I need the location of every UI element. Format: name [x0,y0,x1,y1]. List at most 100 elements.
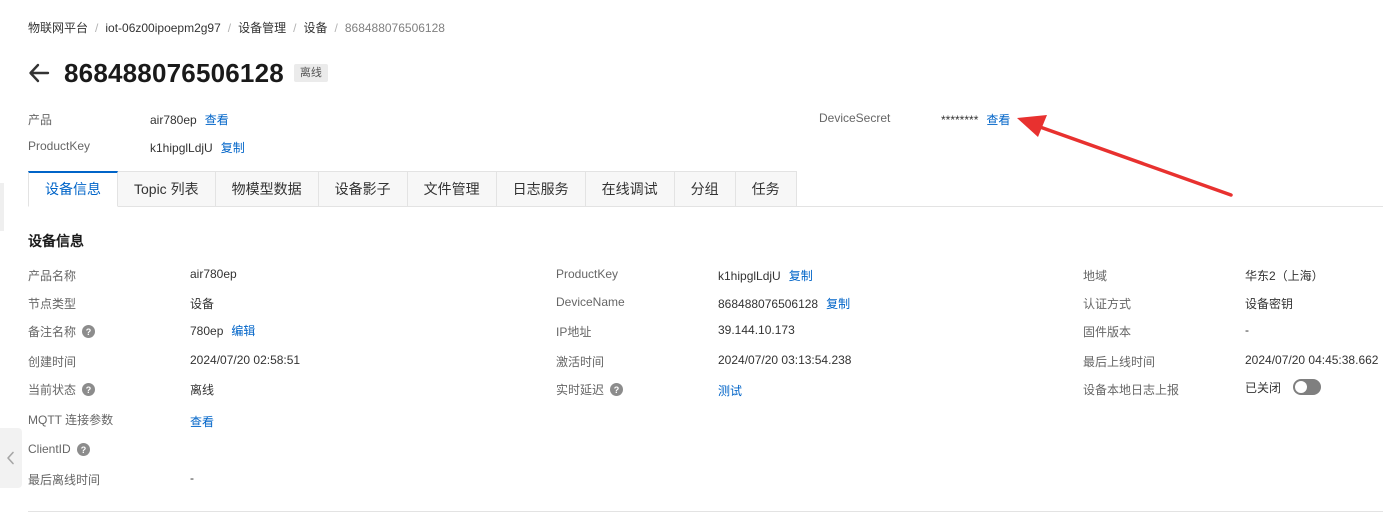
last-online-label: 最后上线时间 [1083,355,1156,369]
clientid-label: ClientID [28,442,71,456]
region-label: 地域 [1083,269,1108,283]
created-time-value: 2024/07/20 02:58:51 [190,353,301,367]
breadcrumb-item-current: 868488076506128 [344,20,445,35]
section-title: 设备信息 [28,233,84,249]
side-panel-edge [0,183,4,231]
breadcrumb-separator: / [95,20,99,35]
ip-address-label: IP地址 [556,325,592,339]
question-circle-icon[interactable]: ? [610,383,624,396]
arrow-left-icon[interactable] [28,62,50,84]
annotation-arrow-head [1017,115,1047,137]
devicename-label: DeviceName [556,295,625,309]
local-log-value: 已关闭 [1245,380,1282,395]
state-label: 当前状态 [28,383,77,397]
copy-devicename-link[interactable]: 复制 [826,295,850,312]
svg-text:?: ? [86,385,92,395]
auth-method-value: 设备密钥 [1245,297,1294,311]
product-name-value: air780ep [190,267,237,281]
svg-text:?: ? [80,445,86,455]
tab-device-shadow[interactable]: 设备影子 [318,171,408,207]
section-divider [28,511,1383,512]
product-label: 产品 [28,113,53,127]
productkey-value-group: k1hipglLdjU 复制 [150,139,245,156]
question-circle-icon[interactable]: ? [76,442,90,456]
node-type-value: 设备 [190,297,215,311]
view-product-link[interactable]: 查看 [205,111,229,128]
last-offline-label: 最后离线时间 [28,473,101,487]
svg-text:?: ? [614,385,620,395]
region-value: 华东2（上海） [1245,269,1324,283]
mqtt-params-label: MQTT 连接参数 [28,413,114,427]
productkey-value: k1hipglLdjU [150,140,213,155]
toggle-knob [1295,381,1308,393]
breadcrumb-separator: / [227,20,232,35]
devicesecret-value-group: ******** 查看 [941,111,1010,128]
question-circle-icon[interactable]: ? [82,383,96,396]
view-devicesecret-link[interactable]: 查看 [986,111,1010,128]
activated-time-label: 激活时间 [556,355,605,369]
product-value-group: air780ep 查看 [150,111,229,128]
latency-value-group: 测试 [718,382,742,399]
latency-label-group: 实时延迟 ? [556,381,624,398]
devicesecret-value: ******** [941,112,979,127]
remark-value-group: 780ep 编辑 [190,322,255,339]
productkey-info-value: k1hipglLdjU [718,268,781,283]
breadcrumb-item-platform[interactable]: 物联网平台 [28,19,88,36]
auth-method-label: 认证方式 [1083,297,1132,311]
breadcrumb-separator: / [293,20,297,35]
question-circle-icon[interactable]: ? [82,325,96,338]
node-type-label: 节点类型 [28,297,77,311]
copy-productkey-link[interactable]: 复制 [221,139,245,156]
firmware-version-value: - [1245,323,1249,337]
tab-device-info[interactable]: 设备信息 [28,171,118,207]
chevron-left-icon [7,451,14,465]
productkey-info-value-group: k1hipglLdjU 复制 [718,267,813,284]
tab-log-service[interactable]: 日志服务 [496,171,586,207]
product-name-label: 产品名称 [28,269,77,283]
remark-value: 780ep [190,323,224,338]
productkey-info-label: ProductKey [556,267,619,281]
mqtt-params-value-group: 查看 [190,413,214,430]
breadcrumb-item-devices[interactable]: 设备 [303,19,327,36]
tab-group[interactable]: 分组 [674,171,736,207]
tab-topic-list[interactable]: Topic 列表 [118,171,216,207]
latency-label: 实时延迟 [556,383,605,397]
breadcrumb-item-instance[interactable]: iot-06z00ipoepm2g97 [105,21,220,35]
breadcrumb: 物联网平台 / iot-06z00ipoepm2g97 / 设备管理 / 设备 … [28,19,445,36]
svg-text:?: ? [86,327,92,337]
local-log-label: 设备本地日志上报 [1083,383,1180,397]
last-offline-value: - [190,471,194,485]
title-row: 868488076506128 离线 [28,57,328,89]
devicename-value-group: 868488076506128 复制 [718,295,850,312]
productkey-label: ProductKey [28,139,91,153]
devicename-value: 868488076506128 [718,296,819,311]
local-log-toggle[interactable] [1293,379,1322,395]
breadcrumb-item-device-management[interactable]: 设备管理 [238,19,286,36]
clientid-label-group: ClientID ? [28,442,90,456]
tab-bar: 设备信息 Topic 列表 物模型数据 设备影子 文件管理 日志服务 在线调试 … [28,171,797,207]
state-label-group: 当前状态 ? [28,381,96,398]
view-mqtt-params-link[interactable]: 查看 [190,413,214,430]
tab-file-management[interactable]: 文件管理 [407,171,497,207]
copy-productkey-info-link[interactable]: 复制 [789,267,813,284]
devicesecret-label: DeviceSecret [819,111,891,125]
edit-remark-link[interactable]: 编辑 [231,322,255,339]
ip-address-value: 39.144.10.173 [718,323,795,337]
device-detail-page: 物联网平台 / iot-06z00ipoepm2g97 / 设备管理 / 设备 … [0,0,1383,523]
breadcrumb-separator: / [334,20,338,35]
remark-label: 备注名称 [28,325,77,339]
test-latency-link[interactable]: 测试 [718,382,742,399]
collapse-handle[interactable] [0,428,22,488]
status-badge: 离线 [293,64,328,82]
tab-online-debug[interactable]: 在线调试 [585,171,675,207]
tab-thing-model-data[interactable]: 物模型数据 [215,171,319,207]
firmware-version-label: 固件版本 [1083,325,1132,339]
remark-label-group: 备注名称 ? [28,323,96,340]
state-value: 离线 [190,383,215,397]
tab-task[interactable]: 任务 [735,171,797,207]
local-log-value-group: 已关闭 [1245,379,1322,395]
page-title: 868488076506128 [64,57,284,88]
annotation-arrow-shaft [1038,125,1233,197]
last-online-value: 2024/07/20 04:45:38.662 [1245,353,1379,367]
activated-time-value: 2024/07/20 03:13:54.238 [718,353,852,367]
